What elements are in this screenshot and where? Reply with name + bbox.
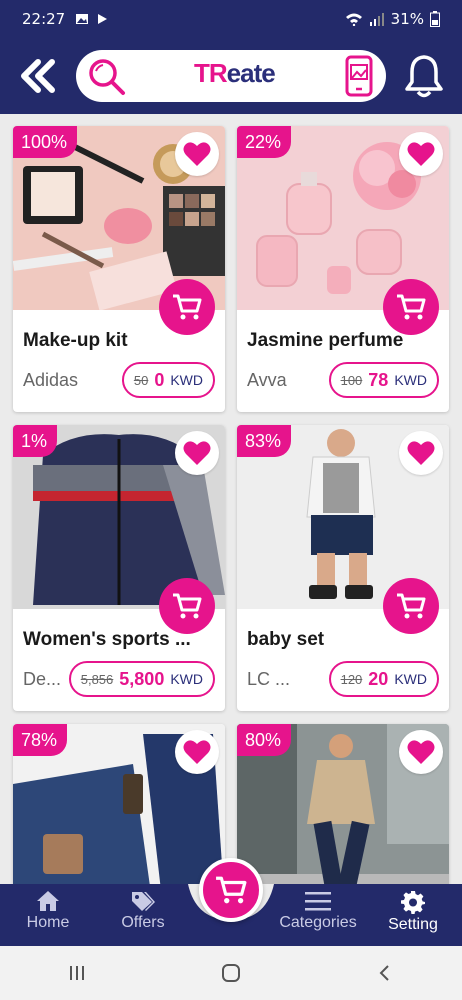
favorite-button[interactable] <box>175 431 219 475</box>
bell-icon <box>405 55 443 98</box>
back-chevron-icon[interactable] <box>375 963 395 983</box>
product-brand: Avva <box>247 370 287 390</box>
product-name: Jasmine perfume <box>247 330 404 351</box>
status-time: 22:27 <box>22 10 66 28</box>
new-price: 5,800 <box>119 668 165 689</box>
home-circle-icon[interactable] <box>220 962 242 984</box>
search-bar[interactable]: TReate <box>76 50 386 102</box>
heart-icon <box>183 740 211 764</box>
product-name: Women's sports ... <box>23 629 191 650</box>
cart-button[interactable] <box>199 858 263 922</box>
add-to-cart-button[interactable] <box>383 578 439 634</box>
new-price: 78 <box>368 369 389 390</box>
old-price: 5,856 <box>80 671 114 687</box>
cart-icon <box>173 593 202 619</box>
signal-icon <box>369 13 384 26</box>
recent-apps-icon[interactable] <box>67 963 87 983</box>
currency: KWD <box>394 372 427 388</box>
product-card[interactable]: 22% Jasmine perfume Avva 100 78 KWD <box>237 126 449 412</box>
price-pill: 100 78 KWD <box>328 362 439 398</box>
product-name: baby set <box>247 629 325 650</box>
cart-icon <box>216 876 247 904</box>
cart-icon <box>173 294 202 320</box>
logo-left: TR <box>194 58 228 88</box>
nav-label: Setting <box>388 916 438 933</box>
discount-badge: 22% <box>237 126 292 158</box>
price-pill: 5,856 5,800 KWD <box>68 661 215 697</box>
logo-right: eate <box>226 58 276 88</box>
product-name: Make-up kit <box>23 330 128 351</box>
nav-setting[interactable]: Setting <box>368 890 458 942</box>
app-logo: TReate <box>194 58 276 89</box>
favorite-button[interactable] <box>399 132 443 176</box>
discount-badge: 83% <box>237 425 292 457</box>
double-chevron-left-icon <box>21 59 55 93</box>
new-price: 20 <box>368 668 389 689</box>
heart-icon <box>407 142 435 166</box>
nav-label: Offers <box>121 914 165 931</box>
heart-icon <box>183 142 211 166</box>
heart-icon <box>407 441 435 465</box>
battery-icon <box>430 11 440 27</box>
product-brand: LC ... <box>247 669 291 689</box>
favorite-button[interactable] <box>175 730 219 774</box>
product-card[interactable]: 78% <box>13 724 225 884</box>
product-brand: Adidas <box>23 370 79 390</box>
notifications-button[interactable] <box>402 52 446 100</box>
product-brand: De... <box>23 669 62 689</box>
discount-badge: 78% <box>13 724 68 756</box>
tags-icon <box>132 892 155 911</box>
favorite-button[interactable] <box>399 730 443 774</box>
home-icon <box>37 891 59 911</box>
price-pill: 50 0 KWD <box>121 362 215 398</box>
cart-icon <box>397 593 426 619</box>
discount-badge: 1% <box>13 425 58 457</box>
app-header: TReate <box>0 38 462 114</box>
gear-icon <box>401 891 425 914</box>
price-pill: 120 20 KWD <box>328 661 439 697</box>
product-card[interactable]: 100% Make-up kit Adidas 50 0 KWD <box>13 126 225 412</box>
wifi-icon <box>345 13 362 26</box>
system-nav-bar <box>0 946 462 1000</box>
discount-badge: 100% <box>13 126 78 158</box>
nav-categories[interactable]: Categories <box>273 890 363 942</box>
product-grid: 100% Make-up kit Adidas 50 0 KWD 22% Jas… <box>0 114 462 884</box>
currency: KWD <box>170 372 203 388</box>
gallery-icon <box>76 14 89 24</box>
nav-label: Home <box>26 914 70 931</box>
old-price: 100 <box>340 372 363 388</box>
currency: KWD <box>394 671 427 687</box>
favorite-button[interactable] <box>399 431 443 475</box>
add-to-cart-button[interactable] <box>383 279 439 335</box>
battery-percent: 31% <box>390 10 424 28</box>
phone-image-icon[interactable] <box>344 55 374 97</box>
status-bar: 22:27 31% <box>0 0 462 38</box>
favorite-button[interactable] <box>175 132 219 176</box>
currency: KWD <box>170 671 203 687</box>
menu-icon <box>305 892 331 911</box>
nav-offers[interactable]: Offers <box>98 890 188 942</box>
product-card[interactable]: 80% <box>237 724 449 884</box>
old-price: 50 <box>133 372 149 388</box>
play-icon <box>98 14 108 24</box>
discount-badge: 80% <box>237 724 292 756</box>
heart-icon <box>407 740 435 764</box>
old-price: 120 <box>340 671 363 687</box>
nav-home[interactable]: Home <box>3 890 93 942</box>
heart-icon <box>183 441 211 465</box>
search-icon[interactable] <box>84 54 128 98</box>
cart-icon <box>397 294 426 320</box>
nav-label: Categories <box>279 914 357 931</box>
new-price: 0 <box>154 369 165 390</box>
product-card[interactable]: 83% baby set LC ... 120 20 KWD <box>237 425 449 711</box>
product-card[interactable]: 1% Women's sports ... De... 5,856 5,800 … <box>13 425 225 711</box>
add-to-cart-button[interactable] <box>159 578 215 634</box>
add-to-cart-button[interactable] <box>159 279 215 335</box>
back-button[interactable] <box>14 52 62 100</box>
